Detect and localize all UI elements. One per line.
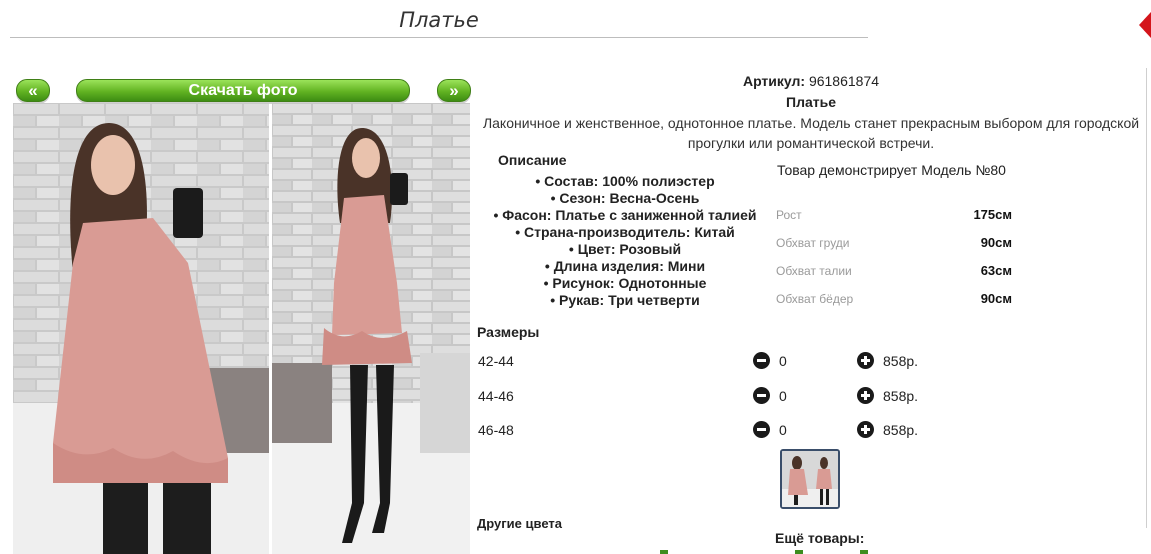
description-heading: Описание <box>498 152 567 168</box>
quantity-value: 0 <box>779 422 787 438</box>
measurement-hips: Обхват бёдер 90см <box>776 289 1012 309</box>
minus-icon[interactable] <box>753 421 770 438</box>
measurement-value: 90см <box>980 235 1012 250</box>
plus-icon[interactable] <box>857 387 874 404</box>
more-link-fragment[interactable] <box>795 550 803 554</box>
more-link-fragment[interactable] <box>860 550 868 554</box>
features-list: Состав: 100% полиэстер Сезон: Весна-Осен… <box>475 173 775 309</box>
price-value: 858р. <box>883 422 919 438</box>
measurement-label: Обхват груди <box>776 236 850 250</box>
feature-item: Состав: 100% полиэстер <box>475 173 775 190</box>
more-products-heading: Ещё товары: <box>775 530 865 546</box>
product-photo-1[interactable] <box>13 103 269 554</box>
product-photo-2[interactable] <box>272 103 470 554</box>
size-label: 42-44 <box>478 353 514 369</box>
feature-item: Рукав: Три четверти <box>475 292 775 309</box>
photo-thumbnail[interactable] <box>780 449 840 509</box>
product-description: Лаконичное и женственное, однотонное пла… <box>482 115 1140 151</box>
measurement-label: Рост <box>776 208 802 222</box>
feature-item: Сезон: Весна-Осень <box>475 190 775 207</box>
feature-item: Длина изделия: Мини <box>475 258 775 275</box>
measurement-height: Рост 175см <box>776 205 1012 225</box>
feature-item: Рисунок: Однотонные <box>475 275 775 292</box>
more-link-fragment[interactable] <box>660 550 668 554</box>
measurement-chest: Обхват груди 90см <box>776 233 1012 253</box>
size-row: 46-48 0 858р. <box>477 419 937 441</box>
quantity-value: 0 <box>779 388 787 404</box>
article-number: 961861874 <box>808 73 880 89</box>
feature-item: Страна-производитель: Китай <box>475 224 775 241</box>
measurement-label: Обхват бёдер <box>776 292 854 306</box>
size-row: 42-44 0 858р. <box>477 350 937 372</box>
title-divider <box>10 37 868 38</box>
page-title: Платье <box>399 8 479 32</box>
sizes-heading: Размеры <box>477 324 540 340</box>
price-value: 858р. <box>883 353 919 369</box>
red-diamond-icon <box>1139 12 1151 38</box>
feature-item: Фасон: Платье с заниженной талией <box>475 207 775 224</box>
size-label: 46-48 <box>478 422 514 438</box>
thumbnail-image <box>782 451 838 507</box>
article-label: Артикул: <box>742 73 806 89</box>
plus-icon[interactable] <box>857 352 874 369</box>
size-row: 44-46 0 858р. <box>477 385 937 407</box>
prev-photo-button[interactable]: « <box>16 79 50 102</box>
article-line: Артикул: 961861874 <box>475 73 1147 89</box>
minus-icon[interactable] <box>753 352 770 369</box>
download-photo-button[interactable]: Скачать фото <box>76 79 410 102</box>
measurement-waist: Обхват талии 63см <box>776 261 1012 281</box>
measurement-value: 63см <box>980 263 1012 278</box>
product-name: Платье <box>786 94 836 110</box>
minus-icon[interactable] <box>753 387 770 404</box>
measurement-label: Обхват талии <box>776 264 852 278</box>
quantity-value: 0 <box>779 353 787 369</box>
price-value: 858р. <box>883 388 919 404</box>
size-label: 44-46 <box>478 388 514 404</box>
feature-item: Цвет: Розовый <box>475 241 775 258</box>
next-photo-button[interactable]: » <box>437 79 471 102</box>
measurement-value: 90см <box>980 291 1012 306</box>
model-info: Товар демонстрирует Модель №80 <box>777 162 1006 178</box>
measurement-value: 175см <box>973 207 1012 222</box>
plus-icon[interactable] <box>857 421 874 438</box>
other-colors-heading: Другие цвета <box>477 516 562 531</box>
